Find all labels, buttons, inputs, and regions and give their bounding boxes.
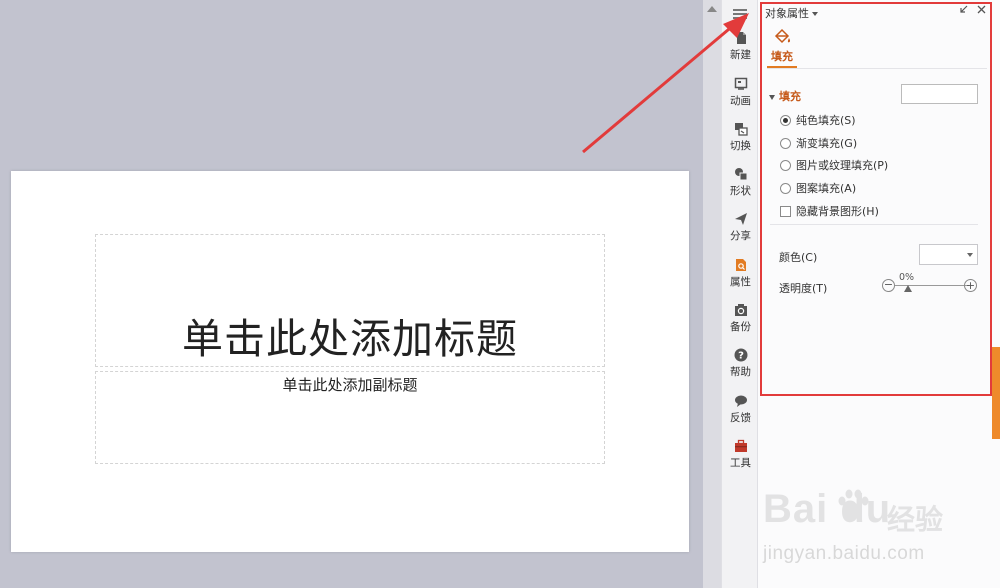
watermark-logo: Bai du <box>763 487 892 531</box>
rail-label: 形状 <box>730 185 751 197</box>
baidu-jingyan-watermark: Bai du 经验 jingyan.baidu.com <box>763 487 1000 588</box>
fill-section-label: 填充 <box>779 90 801 103</box>
option-gradient-fill[interactable]: 渐变填充(G) <box>780 135 857 151</box>
transparency-value: 0% <box>899 272 915 283</box>
feedback-icon <box>734 395 747 407</box>
option-pattern-fill[interactable]: 图案填充(A) <box>780 180 856 196</box>
radio-icon[interactable] <box>780 159 791 171</box>
help-icon: ? <box>734 348 747 362</box>
close-icon[interactable] <box>976 4 987 15</box>
radio-icon[interactable] <box>780 182 791 194</box>
rail-label: 备份 <box>730 321 751 333</box>
dock-pin-icon[interactable] <box>958 5 968 15</box>
rail-label: 分享 <box>730 230 751 242</box>
option-label: 隐藏背景图形(H) <box>796 205 879 218</box>
color-picker-dropdown[interactable] <box>919 244 978 265</box>
watermark-url: jingyan.baidu.com <box>763 543 925 564</box>
fill-section-header[interactable]: 填充 <box>769 88 801 104</box>
transparency-label: 透明度(T) <box>779 282 828 295</box>
rail-label: 反馈 <box>730 412 751 424</box>
properties-icon <box>735 259 746 271</box>
title-placeholder[interactable]: 单击此处添加标题 <box>95 234 605 367</box>
option-label: 渐变填充(G) <box>796 137 858 150</box>
transparency-slider-thumb[interactable] <box>904 285 912 292</box>
rail-feedback-button[interactable]: 反馈 <box>722 394 759 438</box>
chevron-down-icon <box>812 12 818 16</box>
color-label: 颜色(C) <box>779 251 818 264</box>
option-label: 图片或纹理填充(P) <box>796 159 889 172</box>
checkbox-icon[interactable] <box>780 205 791 217</box>
rail-label: 帮助 <box>730 366 751 378</box>
option-hide-background[interactable]: 隐藏背景图形(H) <box>780 203 879 219</box>
shapes-icon <box>734 168 747 181</box>
toolbox-icon <box>734 439 747 452</box>
rail-share-button[interactable]: 分享 <box>722 212 759 256</box>
radio-checked-icon[interactable] <box>780 114 791 126</box>
divider <box>767 68 987 69</box>
subtitle-placeholder-text: 单击此处添加副标题 <box>282 376 418 394</box>
option-label: 图案填充(A) <box>796 182 857 195</box>
panel-title-dropdown[interactable]: 对象属性 <box>765 5 818 21</box>
watermark-brand-cn: 经验 <box>887 503 944 536</box>
chevron-down-icon <box>967 253 973 257</box>
svg-text:?: ? <box>738 351 744 362</box>
minus-icon[interactable]: − <box>882 279 895 292</box>
fill-color-preview <box>901 84 978 104</box>
subtitle-placeholder[interactable]: 单击此处添加副标题 <box>95 371 605 464</box>
rail-shapes-button[interactable]: 形状 <box>722 167 759 211</box>
tab-fill-label: 填充 <box>771 50 793 63</box>
rail-tools-button[interactable]: 工具 <box>722 439 759 483</box>
annotation-arrow-icon <box>582 13 749 154</box>
rail-properties-button[interactable]: 属性 <box>722 258 759 302</box>
side-collapse-tab[interactable] <box>992 347 1000 439</box>
rail-backup-button[interactable]: 备份 <box>722 303 759 347</box>
radio-icon[interactable] <box>780 137 791 149</box>
panel-title: 对象属性 <box>765 7 809 20</box>
tab-fill[interactable]: 填充 <box>767 28 797 64</box>
rail-help-button[interactable]: ? 帮助 <box>722 348 759 392</box>
rail-label: 工具 <box>730 457 751 469</box>
option-solid-fill[interactable]: 纯色填充(S) <box>780 112 856 128</box>
option-picture-texture-fill[interactable]: 图片或纹理填充(P) <box>780 157 888 173</box>
share-icon <box>734 213 747 225</box>
divider <box>770 224 978 225</box>
plus-icon[interactable]: + <box>964 279 977 292</box>
title-placeholder-text: 单击此处添加标题 <box>182 315 518 363</box>
paw-icon <box>838 489 869 519</box>
backup-icon <box>734 304 747 316</box>
paint-bucket-icon <box>774 28 791 44</box>
slide[interactable]: 单击此处添加标题 单击此处添加副标题 <box>11 171 689 552</box>
rail-label: 属性 <box>730 276 751 288</box>
collapse-triangle-icon <box>769 94 775 100</box>
option-label: 纯色填充(S) <box>796 114 856 127</box>
